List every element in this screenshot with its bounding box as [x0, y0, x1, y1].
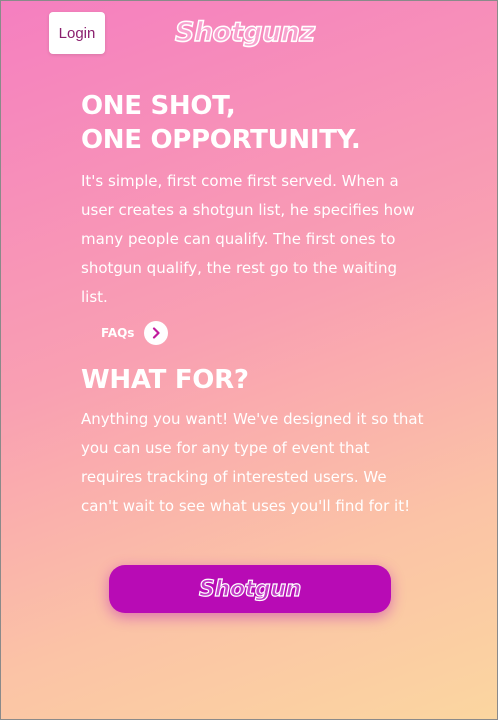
hero-title-line-1: ONE SHOT,: [81, 91, 236, 121]
what-for-description: Anything you want! We've designed it so …: [81, 410, 424, 515]
hero-description: It's simple, first come first served. Wh…: [81, 172, 415, 306]
faqs-label: FAQs: [101, 326, 135, 340]
shotgun-button-label: Shotgun: [198, 576, 302, 602]
chevron-right-icon[interactable]: [144, 321, 169, 345]
shotgunz-logo[interactable]: Shotgunz: [174, 16, 316, 49]
hero-title: ONE SHOT, ONE OPPORTUNITY.: [81, 89, 426, 157]
shotgun-button[interactable]: Shotgun: [109, 565, 391, 613]
login-button[interactable]: Login: [49, 12, 105, 54]
hero-title-line-2: ONE OPPORTUNITY.: [81, 125, 361, 155]
main-content: ONE SHOT, ONE OPPORTUNITY. It's simple, …: [81, 89, 426, 521]
what-for-title: WHAT FOR?: [81, 365, 249, 395]
landing-page: Login Shotgunz ONE SHOT, ONE OPPORTUNITY…: [0, 0, 498, 720]
faqs-link[interactable]: FAQs: [101, 321, 426, 345]
